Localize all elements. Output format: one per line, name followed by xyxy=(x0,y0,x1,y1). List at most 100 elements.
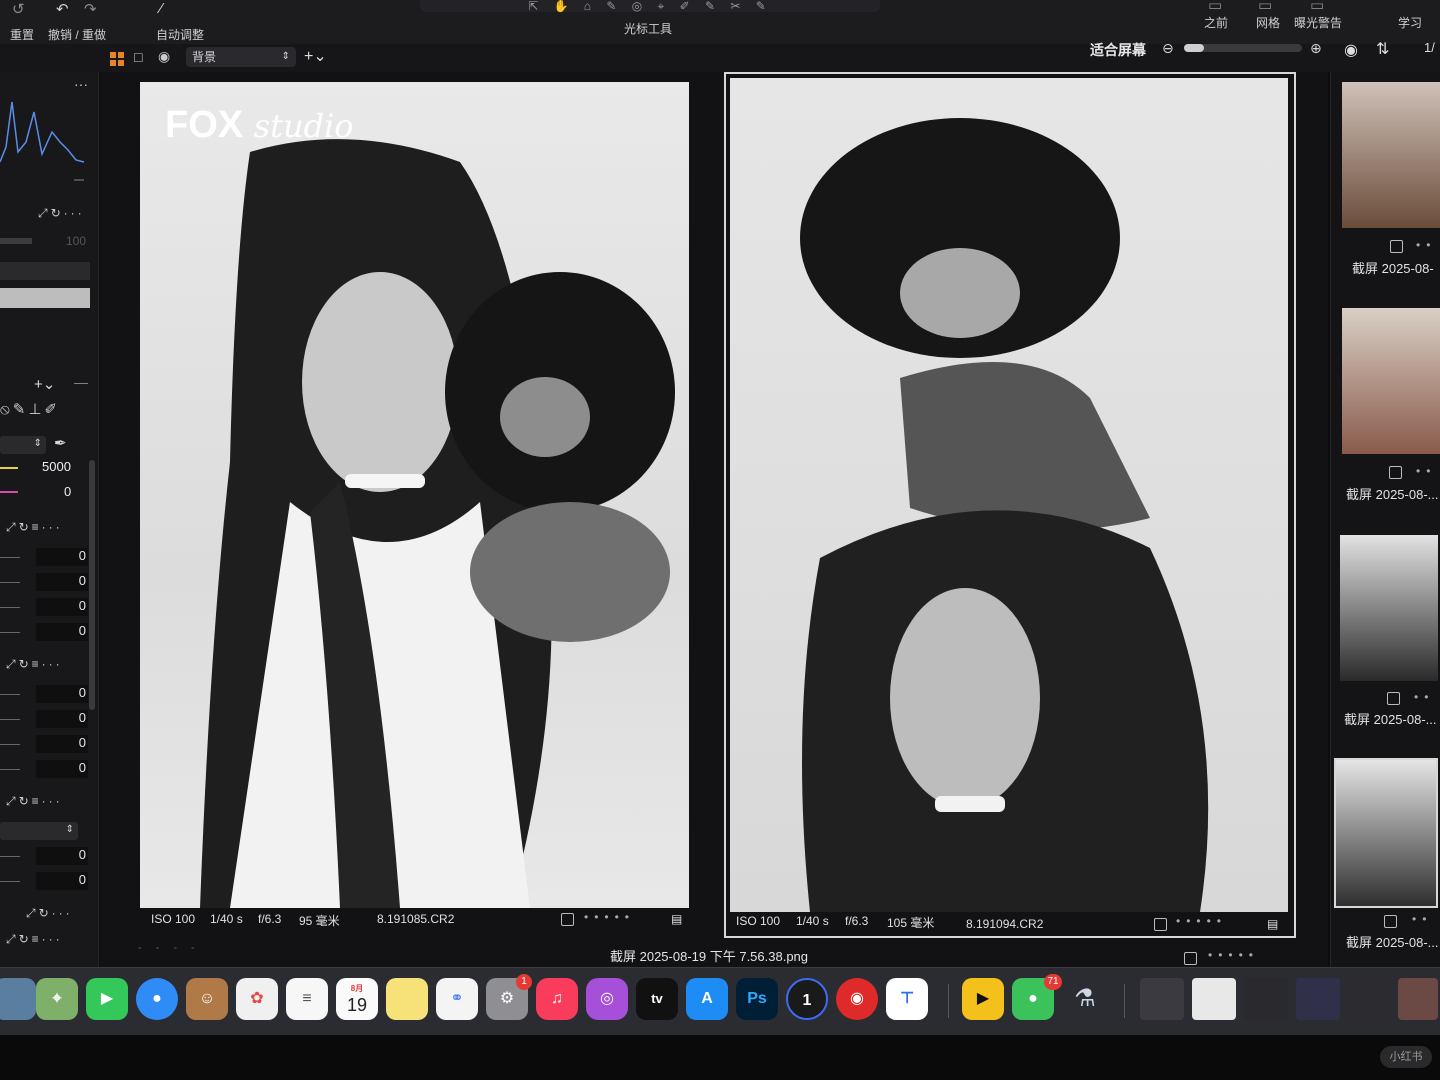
tint-slider-line[interactable] xyxy=(0,491,18,493)
preset-field[interactable] xyxy=(0,262,90,280)
thumb1-rating-dots[interactable]: •• xyxy=(1416,238,1436,252)
minimized-window-2[interactable] xyxy=(1192,978,1236,1020)
thumb3-checkbox[interactable] xyxy=(1387,692,1400,705)
group3-value[interactable]: 0 xyxy=(79,847,86,862)
group2-value[interactable]: 0 xyxy=(79,735,86,750)
minimized-window-3[interactable] xyxy=(1244,978,1288,1020)
grid-icon[interactable]: ▭ xyxy=(1258,0,1272,14)
utility-app-icon[interactable]: ⚗ xyxy=(1064,978,1106,1020)
auto-adjust-button[interactable]: 自动调整 xyxy=(156,26,204,43)
color-swatch[interactable] xyxy=(0,288,90,308)
app-store-app-icon[interactable]: A xyxy=(686,978,728,1020)
reminders-app-icon[interactable]: ≡ xyxy=(286,978,328,1020)
caption-rating-dots[interactable]: ••••• xyxy=(1208,948,1259,962)
fit-screen-label[interactable]: 适合屏幕 xyxy=(1090,40,1146,60)
group1-value[interactable]: 0 xyxy=(79,623,86,638)
photoshop-app-icon[interactable]: Ps xyxy=(736,978,778,1020)
before-icon[interactable]: ▭ xyxy=(1208,0,1222,14)
photo-preview-2[interactable] xyxy=(730,78,1288,912)
curve-mode-select[interactable]: ⇕ xyxy=(0,822,78,840)
cursor-tools-strip[interactable]: ⇱ ✋ ⌂ ✎ ◎ ⌖ ✐ ✎ ✂ ✎ xyxy=(420,0,880,12)
filmstrip-thumb-3[interactable] xyxy=(1340,535,1438,681)
kelvin-slider-line[interactable] xyxy=(0,467,18,469)
thumb4-checkbox[interactable] xyxy=(1384,915,1397,928)
proof-view-icon[interactable]: ◉ xyxy=(158,48,170,65)
magic-wand-icon[interactable]: ⁄ xyxy=(160,0,163,17)
brush-tools-icons[interactable]: ⦸✎⊥✐ xyxy=(0,400,60,418)
panel-tools-icons-6[interactable]: ⤢↻≡··· xyxy=(6,932,63,947)
photo2-select-checkbox[interactable] xyxy=(1154,918,1167,931)
minimized-window-1[interactable] xyxy=(1140,978,1184,1020)
before-button[interactable]: 之前 xyxy=(1204,14,1228,31)
capture-one-app-icon[interactable]: 1 xyxy=(786,978,828,1020)
tencent-docs-app-icon[interactable]: ⊤ xyxy=(886,978,928,1020)
undo-icon[interactable]: ↶ xyxy=(56,0,69,18)
thumb4-rating-dots[interactable]: •• xyxy=(1412,912,1432,926)
minimized-window-6[interactable] xyxy=(1398,978,1438,1020)
panel-tools-icons-4[interactable]: ⤢↻≡··· xyxy=(6,794,63,809)
group1-value[interactable]: 0 xyxy=(79,573,86,588)
maps-app-icon[interactable]: ⌖ xyxy=(36,978,78,1020)
podcasts-app-icon[interactable]: ◎ xyxy=(586,978,628,1020)
panel-tools-icons-5[interactable]: ⤢↻··· xyxy=(26,906,73,921)
add-mask-icon[interactable]: +⌄ xyxy=(34,375,55,393)
freeform-app-icon[interactable]: ⚭ xyxy=(436,978,478,1020)
reset-icon[interactable]: ↺ xyxy=(12,0,25,18)
photo2-info-icon[interactable]: ▤ xyxy=(1267,917,1278,931)
photo1-select-checkbox[interactable] xyxy=(561,913,574,926)
calendar-app-icon[interactable]: 8月 19 xyxy=(336,978,378,1020)
zoom-in-icon[interactable]: ⊕ xyxy=(1310,40,1322,57)
netease-music-app-icon[interactable]: ◉ xyxy=(836,978,878,1020)
minimized-window-4[interactable] xyxy=(1296,978,1340,1020)
preview-app-icon[interactable] xyxy=(0,978,36,1020)
group1-value[interactable]: 0 xyxy=(79,548,86,563)
filmstrip-thumb-1[interactable] xyxy=(1342,82,1440,228)
sort-icon[interactable]: ⇅ xyxy=(1376,39,1389,59)
caption-select-checkbox[interactable] xyxy=(1184,952,1197,965)
tint-value[interactable]: 0 xyxy=(64,484,71,499)
reset-button[interactable]: 重置 xyxy=(10,26,34,43)
exposure-warning-button[interactable]: 曝光警告 xyxy=(1294,14,1342,31)
group1-value[interactable]: 0 xyxy=(79,598,86,613)
learn-button[interactable]: 学习 xyxy=(1398,14,1422,31)
slides-app-icon[interactable]: ▶ xyxy=(962,978,1004,1020)
wb-mode-select[interactable]: ⇕ xyxy=(0,436,46,454)
eye-icon[interactable]: ◉ xyxy=(1344,40,1358,60)
zoom-slider-knob[interactable] xyxy=(1184,44,1204,52)
group3-value[interactable]: 0 xyxy=(79,872,86,887)
thumb3-rating-dots[interactable]: •• xyxy=(1414,690,1434,704)
filmstrip-thumb-2[interactable] xyxy=(1342,308,1440,454)
group2-value[interactable]: 0 xyxy=(79,760,86,775)
music-app-icon[interactable]: ♫ xyxy=(536,978,578,1020)
layer-select[interactable]: 背景 ⇕ xyxy=(186,47,296,67)
group2-value[interactable]: 0 xyxy=(79,685,86,700)
eyedropper-icon[interactable]: ✒ xyxy=(54,434,67,452)
contacts-app-icon[interactable]: ☺ xyxy=(186,978,228,1020)
panel-tools-icons-3[interactable]: ⤢↻≡··· xyxy=(6,657,63,672)
group2-value[interactable]: 0 xyxy=(79,710,86,725)
messages-app-icon[interactable]: ● xyxy=(136,978,178,1020)
single-view-icon[interactable]: □ xyxy=(134,49,142,65)
thumb2-checkbox[interactable] xyxy=(1389,466,1402,479)
slider-track[interactable] xyxy=(0,238,32,244)
photo1-rating-dots[interactable]: ••••• xyxy=(584,910,635,924)
grid-view-icon[interactable] xyxy=(110,52,124,66)
kelvin-value[interactable]: 5000 xyxy=(42,459,71,474)
facetime-app-icon[interactable]: ▶ xyxy=(86,978,128,1020)
exposure-warning-icon[interactable]: ▭ xyxy=(1310,0,1324,14)
photo-preview-1[interactable] xyxy=(140,82,689,908)
panel-tools-icons-2[interactable]: ⤢↻≡··· xyxy=(6,520,63,535)
grid-button[interactable]: 网格 xyxy=(1256,14,1280,31)
undo-redo-button[interactable]: 撤销 / 重做 xyxy=(48,26,106,43)
thumb1-checkbox[interactable] xyxy=(1390,240,1403,253)
apple-tv-app-icon[interactable]: tv xyxy=(636,978,678,1020)
panel-tools-icons-1[interactable]: ⤢↻··· xyxy=(38,206,85,221)
notes-app-icon[interactable] xyxy=(386,978,428,1020)
photo2-rating-dots[interactable]: ••••• xyxy=(1176,914,1227,928)
left-panel-scrollbar[interactable] xyxy=(89,460,95,710)
remove-mask-icon[interactable]: — xyxy=(74,374,88,390)
thumb2-rating-dots[interactable]: •• xyxy=(1416,464,1436,478)
histogram-more-icon[interactable]: ··· xyxy=(74,76,88,92)
zoom-out-icon[interactable]: ⊖ xyxy=(1162,40,1174,57)
filmstrip-thumb-4-selected[interactable] xyxy=(1334,758,1438,908)
